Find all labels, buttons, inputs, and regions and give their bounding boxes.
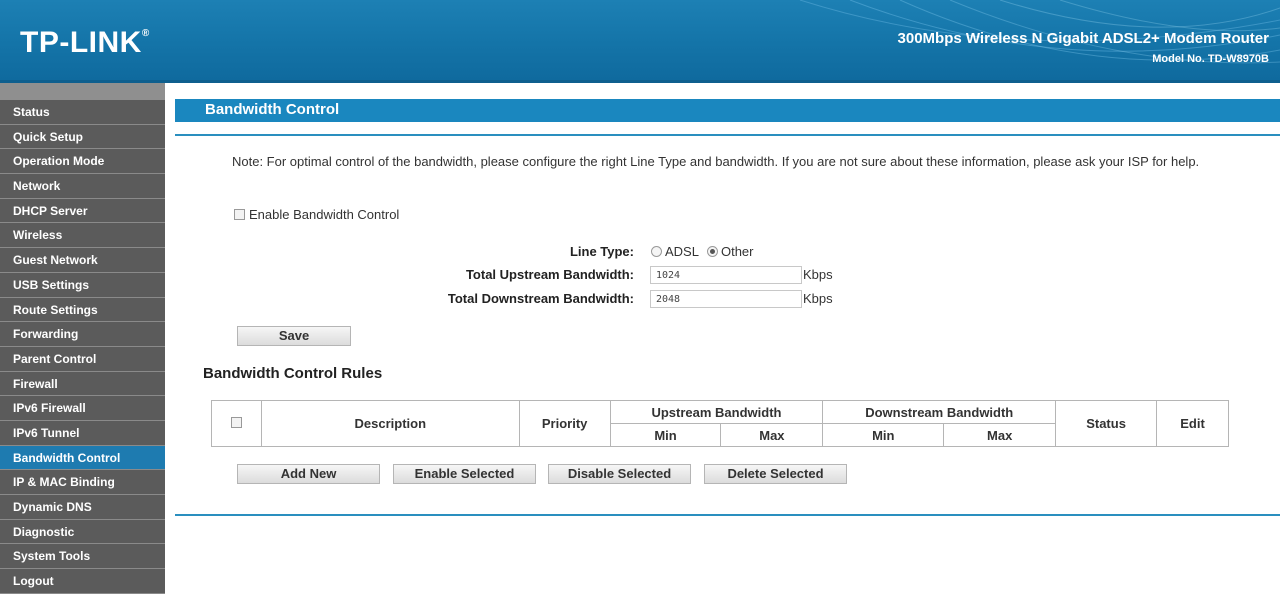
- bandwidth-rules-table: Description Priority Upstream Bandwidth …: [211, 400, 1229, 447]
- col-edit: Edit: [1156, 400, 1229, 447]
- col-downstream-max: Max: [943, 423, 1057, 447]
- sidebar-item-parent-control[interactable]: Parent Control: [0, 346, 165, 372]
- line-type-radio-group: ADSL Other: [651, 244, 753, 259]
- downstream-unit: Kbps: [803, 291, 833, 306]
- top-divider: [175, 134, 1280, 136]
- page-title: Bandwidth Control: [205, 101, 340, 118]
- table-header-row: Description Priority Upstream Bandwidth …: [211, 400, 1229, 447]
- sidebar-item-guest-network[interactable]: Guest Network: [0, 248, 165, 273]
- col-upstream-bandwidth: Upstream Bandwidth: [609, 400, 824, 424]
- sidebar-item-operation-mode[interactable]: Operation Mode: [0, 149, 165, 175]
- line-type-adsl-radio[interactable]: [651, 246, 662, 257]
- sidebar-item-logout[interactable]: Logout: [0, 569, 165, 594]
- col-upstream-min: Min: [609, 423, 722, 447]
- sidebar-item-dynamic-dns[interactable]: Dynamic DNS: [0, 495, 165, 520]
- col-upstream-max: Max: [720, 423, 824, 447]
- save-button[interactable]: Save: [237, 326, 351, 346]
- sidebar-item-wireless[interactable]: Wireless: [0, 223, 165, 249]
- sidebar-item-quick-setup[interactable]: Quick Setup: [0, 124, 165, 150]
- select-all-checkbox[interactable]: [230, 417, 242, 428]
- registered-mark: ®: [141, 28, 150, 39]
- header: TP-LINK® 300Mbps Wireless N Gigabit ADSL…: [0, 0, 1280, 80]
- line-type-label: Line Type:: [569, 244, 634, 259]
- main-content: Bandwidth Control Note: For optimal cont…: [175, 83, 1280, 596]
- downstream-bandwidth-input[interactable]: [650, 290, 802, 308]
- sidebar-item-network[interactable]: Network: [0, 174, 165, 199]
- upstream-bandwidth-input[interactable]: [650, 266, 802, 284]
- col-status: Status: [1055, 400, 1158, 447]
- tp-link-logo: TP-LINK®: [20, 26, 150, 59]
- sidebar-item-forwarding[interactable]: Forwarding: [0, 322, 165, 347]
- col-description: Description: [260, 400, 520, 447]
- add-new-button[interactable]: Add New: [237, 464, 380, 484]
- enable-bandwidth-checkbox[interactable]: [234, 209, 245, 220]
- sidebar-item-usb-settings[interactable]: USB Settings: [0, 272, 165, 298]
- enable-bandwidth-control[interactable]: Enable Bandwidth Control: [234, 207, 399, 222]
- enable-selected-button[interactable]: Enable Selected: [393, 464, 536, 484]
- bottom-divider: [175, 514, 1280, 516]
- upstream-unit: Kbps: [803, 267, 833, 282]
- sidebar-item-ip-mac-binding[interactable]: IP & MAC Binding: [0, 470, 165, 495]
- delete-selected-button[interactable]: Delete Selected: [704, 464, 847, 484]
- line-type-adsl-label: ADSL: [665, 244, 699, 259]
- line-type-other-radio[interactable]: [706, 246, 718, 257]
- sidebar-item-dhcp-server[interactable]: DHCP Server: [0, 198, 165, 224]
- disable-selected-button[interactable]: Disable Selected: [548, 464, 691, 484]
- sidebar-item-bandwidth-control[interactable]: Bandwidth Control: [0, 445, 165, 471]
- sidebar-item-system-tools[interactable]: System Tools: [0, 544, 165, 570]
- sidebar-item-firewall[interactable]: Firewall: [0, 371, 165, 397]
- model-number: Model No. TD-W8970B: [1152, 53, 1269, 65]
- downstream-bandwidth-label: Total Downstream Bandwidth:: [447, 291, 634, 306]
- sidebar-item-route-settings[interactable]: Route Settings: [0, 297, 165, 323]
- select-all-cell: [211, 400, 262, 447]
- rules-section-title: Bandwidth Control Rules: [203, 365, 383, 382]
- sidebar-item-diagnostic[interactable]: Diagnostic: [0, 519, 165, 545]
- sidebar-item-status[interactable]: Status: [0, 100, 165, 125]
- bandwidth-note: Note: For optimal control of the bandwid…: [232, 154, 1200, 169]
- sidebar-nav: Status Quick Setup Operation Mode Networ…: [0, 83, 165, 596]
- product-name: 300Mbps Wireless N Gigabit ADSL2+ Modem …: [897, 30, 1269, 47]
- upstream-bandwidth-label: Total Upstream Bandwidth:: [465, 267, 634, 282]
- sidebar-cap: [0, 83, 165, 100]
- col-downstream-min: Min: [822, 423, 945, 447]
- enable-bandwidth-label: Enable Bandwidth Control: [249, 207, 400, 222]
- sidebar-item-ipv6-tunnel[interactable]: IPv6 Tunnel: [0, 420, 165, 446]
- col-priority: Priority: [518, 400, 611, 447]
- sidebar-item-ipv6-firewall[interactable]: IPv6 Firewall: [0, 396, 165, 421]
- col-downstream-bandwidth: Downstream Bandwidth: [822, 400, 1057, 424]
- line-type-other-label: Other: [720, 244, 754, 259]
- page-title-bar: Bandwidth Control: [175, 99, 1280, 122]
